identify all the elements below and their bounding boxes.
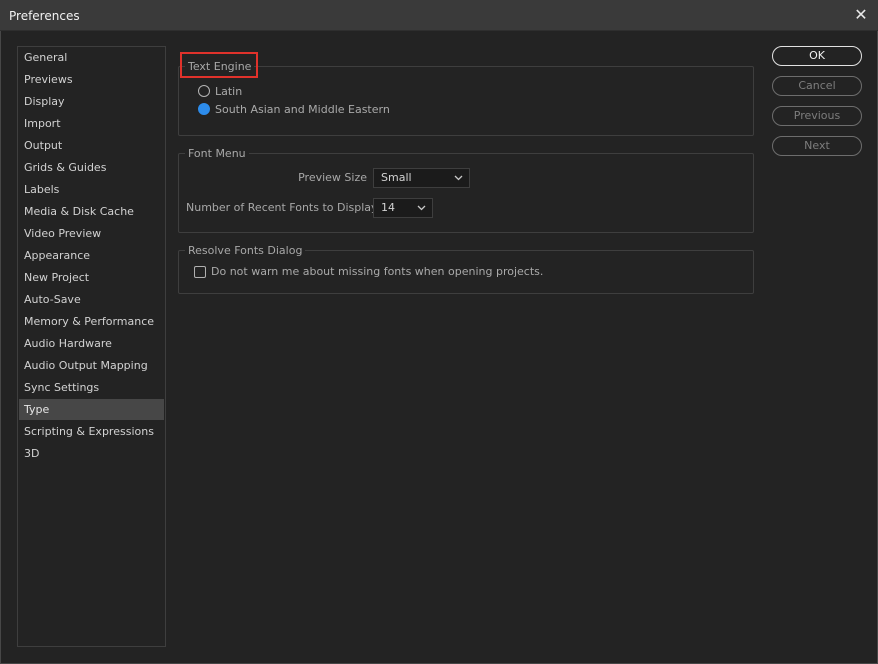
sidebar-item-3d[interactable]: 3D — [19, 443, 164, 464]
preferences-sidebar: General Previews Display Import Output G… — [17, 46, 166, 647]
radio-latin-label: Latin — [215, 85, 243, 98]
sidebar-item-import[interactable]: Import — [19, 113, 164, 134]
ok-button[interactable]: OK — [772, 46, 862, 66]
recent-fonts-dropdown[interactable]: 14 — [373, 198, 433, 218]
sidebar-item-media-disk-cache[interactable]: Media & Disk Cache — [19, 201, 164, 222]
sidebar-item-labels[interactable]: Labels — [19, 179, 164, 200]
sidebar-item-output[interactable]: Output — [19, 135, 164, 156]
preview-size-value: Small — [381, 171, 412, 184]
resolve-fonts-label: Resolve Fonts Dialog — [185, 243, 306, 259]
preview-size-label: Preview Size — [298, 171, 367, 184]
sidebar-item-auto-save[interactable]: Auto-Save — [19, 289, 164, 310]
sidebar-item-new-project[interactable]: New Project — [19, 267, 164, 288]
chevron-down-icon — [454, 175, 463, 181]
sidebar-item-audio-hardware[interactable]: Audio Hardware — [19, 333, 164, 354]
font-menu-group: Font Menu — [178, 146, 754, 233]
radio-south-asian-circle[interactable] — [198, 103, 210, 115]
text-engine-highlight — [180, 52, 258, 78]
recent-fonts-value: 14 — [381, 201, 395, 214]
chevron-down-icon — [417, 205, 426, 211]
sidebar-item-video-preview[interactable]: Video Preview — [19, 223, 164, 244]
radio-south-asian-middle-eastern[interactable]: South Asian and Middle Eastern — [198, 102, 418, 118]
window-title: Preferences — [9, 9, 80, 23]
recent-fonts-label: Number of Recent Fonts to Display — [186, 201, 378, 214]
next-button[interactable]: Next — [772, 136, 862, 156]
sidebar-item-audio-output-mapping[interactable]: Audio Output Mapping — [19, 355, 164, 376]
font-menu-label: Font Menu — [185, 146, 249, 162]
sidebar-item-type[interactable]: Type — [19, 399, 164, 420]
preview-size-dropdown[interactable]: Small — [373, 168, 470, 188]
sidebar-item-memory-performance[interactable]: Memory & Performance — [19, 311, 164, 332]
sidebar-item-general[interactable]: General — [19, 47, 164, 68]
missing-fonts-checkbox-label[interactable]: Do not warn me about missing fonts when … — [211, 264, 543, 280]
close-icon[interactable]: ✕ — [850, 4, 872, 26]
text-engine-group: Text Engine — [178, 59, 754, 136]
title-bar: Preferences ✕ — [0, 0, 878, 31]
missing-fonts-checkbox[interactable] — [194, 266, 206, 278]
radio-latin-circle[interactable] — [198, 85, 210, 97]
sidebar-item-display[interactable]: Display — [19, 91, 164, 112]
previous-button[interactable]: Previous — [772, 106, 862, 126]
radio-south-asian-label: South Asian and Middle Eastern — [215, 103, 390, 116]
sidebar-item-scripting-expressions[interactable]: Scripting & Expressions — [19, 421, 164, 442]
cancel-button[interactable]: Cancel — [772, 76, 862, 96]
sidebar-item-appearance[interactable]: Appearance — [19, 245, 164, 266]
radio-latin[interactable]: Latin — [198, 84, 398, 100]
sidebar-item-previews[interactable]: Previews — [19, 69, 164, 90]
sidebar-item-sync-settings[interactable]: Sync Settings — [19, 377, 164, 398]
sidebar-item-grids-guides[interactable]: Grids & Guides — [19, 157, 164, 178]
